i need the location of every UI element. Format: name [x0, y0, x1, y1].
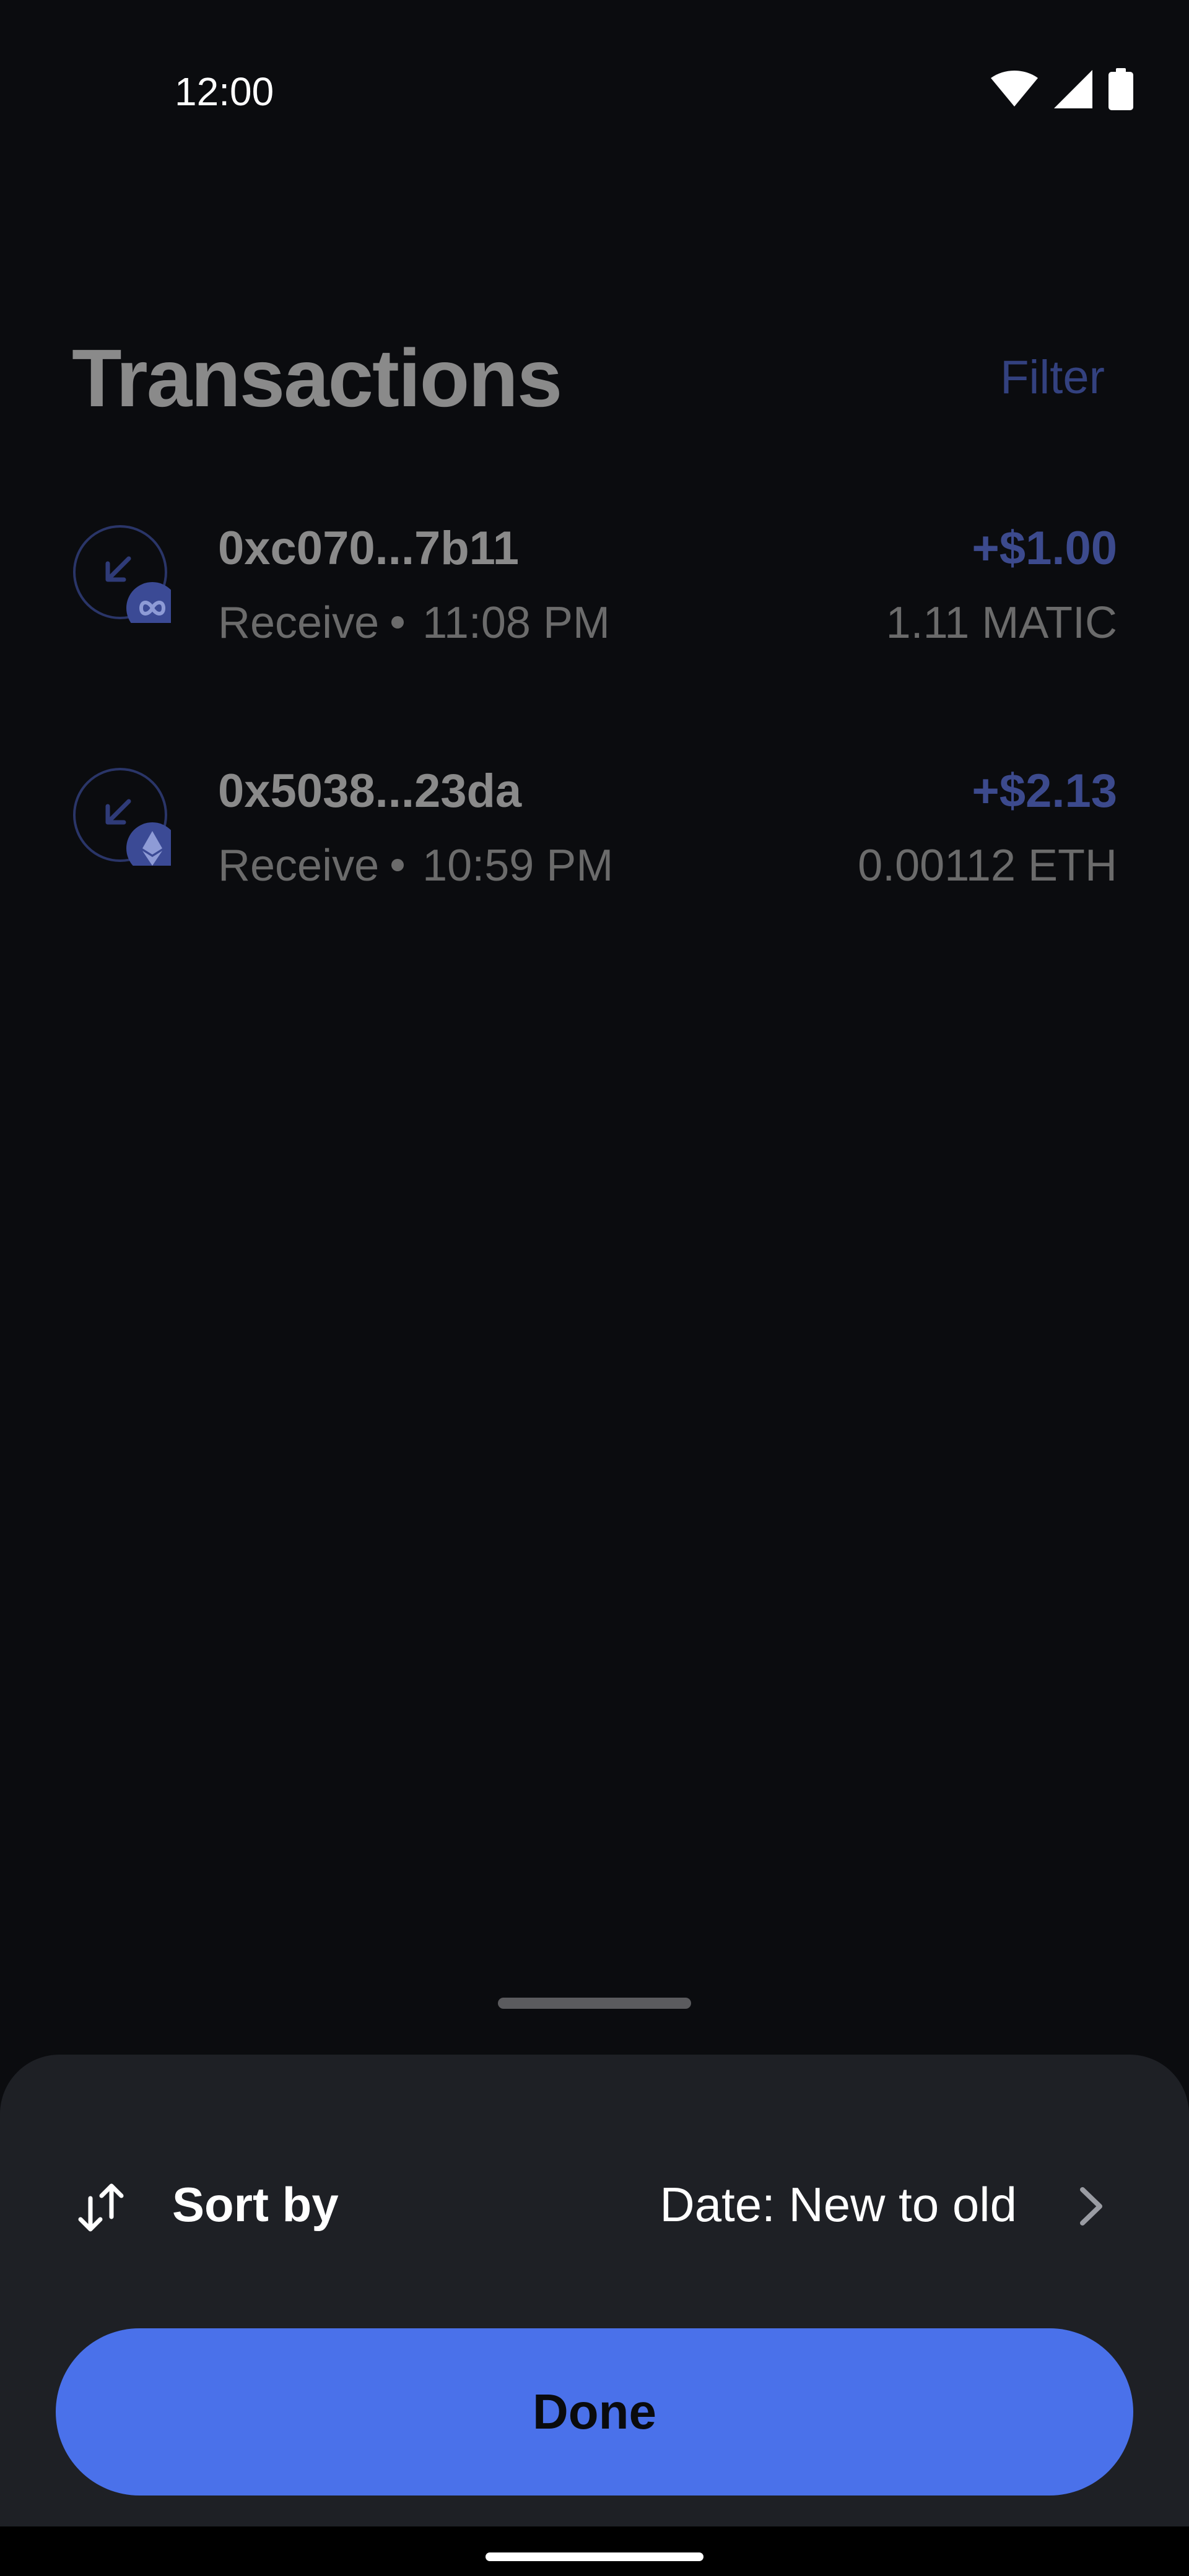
transaction-amount: +$1.00 — [972, 522, 1117, 575]
sort-by-row[interactable]: Sort by Date: New to old — [0, 2141, 1189, 2265]
receive-icon — [73, 525, 171, 623]
transaction-subtitle: Receive 10:59 PM — [218, 836, 613, 895]
done-button[interactable]: Done — [56, 2328, 1133, 2496]
separator-dot — [391, 616, 404, 629]
sort-by-label: Sort by — [172, 2177, 339, 2232]
polygon-icon — [126, 582, 171, 623]
transaction-amount: +$2.13 — [972, 765, 1117, 817]
transaction-type: Receive — [218, 598, 380, 648]
sheet-drag-handle[interactable] — [498, 1998, 691, 2009]
transaction-address: 0xc070...7b11 — [218, 522, 519, 575]
transaction-time: 10:59 PM — [422, 841, 614, 890]
chevron-right-icon — [1080, 2187, 1102, 2226]
sort-by-value: Date: New to old — [660, 2177, 1017, 2232]
receive-icon — [73, 768, 171, 866]
navigation-bar — [0, 2526, 1189, 2576]
transaction-subtitle: Receive 11:08 PM — [218, 593, 610, 653]
transaction-row[interactable]: 0xc070...7b11 Receive 11:08 PM +$1.00 1.1… — [0, 522, 1189, 679]
sort-bottom-sheet: Sort by Date: New to old Done — [0, 2055, 1189, 2526]
page-title: Transactions — [72, 333, 562, 424]
transaction-time: 11:08 PM — [422, 598, 610, 648]
transaction-row[interactable]: 0x5038...23da Receive 10:59 PM +$2.13 0.0… — [0, 765, 1189, 921]
transaction-address: 0x5038...23da — [218, 765, 522, 817]
transaction-crypto-amount: 0.00112 ETH — [858, 841, 1117, 890]
ethereum-icon — [126, 822, 171, 866]
sort-arrows-icon — [78, 2183, 124, 2232]
transaction-crypto-amount: 1.11 MATIC — [886, 598, 1117, 648]
transactions-page: Transactions Filter 0xc070...7b11 Receiv… — [0, 0, 1189, 2055]
filter-button[interactable]: Filter — [1000, 347, 1105, 409]
transaction-type: Receive — [218, 841, 380, 890]
home-gesture-handle[interactable] — [486, 2552, 703, 2561]
separator-dot — [391, 858, 404, 871]
